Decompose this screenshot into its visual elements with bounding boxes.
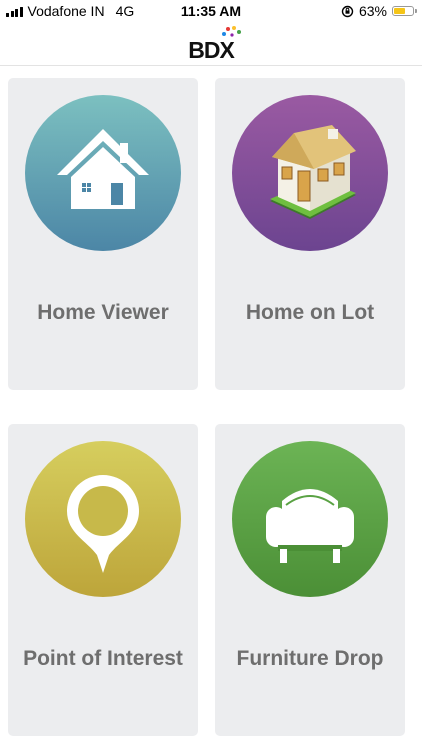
- house-on-lot-icon: [232, 95, 388, 251]
- status-right: 63%: [341, 3, 417, 19]
- tile-label-home-on-lot: Home on Lot: [245, 301, 375, 324]
- tile-point-of-interest[interactable]: Point of Interest: [8, 424, 198, 736]
- tile-home-viewer[interactable]: Home Viewer: [8, 78, 198, 390]
- tile-label-furniture-drop: Furniture Drop: [236, 647, 384, 670]
- battery-icon: [392, 6, 417, 16]
- bdx-logo: BDX: [188, 26, 241, 63]
- status-bar: Vodafone IN 4G 11:35 AM 63%: [0, 0, 422, 24]
- tile-grid: Home Viewer Home on Lot Point of Interes…: [0, 66, 422, 750]
- map-pin-icon: [25, 441, 181, 597]
- armchair-icon: [232, 441, 388, 597]
- svg-text:BDX: BDX: [188, 37, 235, 63]
- tile-label-home-viewer: Home Viewer: [37, 301, 169, 324]
- nav-bar: BDX: [0, 24, 422, 66]
- tile-furniture-drop[interactable]: Furniture Drop: [215, 424, 405, 736]
- house-icon: [25, 95, 181, 251]
- tile-home-on-lot[interactable]: Home on Lot: [215, 78, 405, 390]
- orientation-lock-icon: [341, 5, 354, 17]
- battery-percent: 63%: [358, 3, 387, 19]
- tile-label-point-of-interest: Point of Interest: [23, 647, 183, 670]
